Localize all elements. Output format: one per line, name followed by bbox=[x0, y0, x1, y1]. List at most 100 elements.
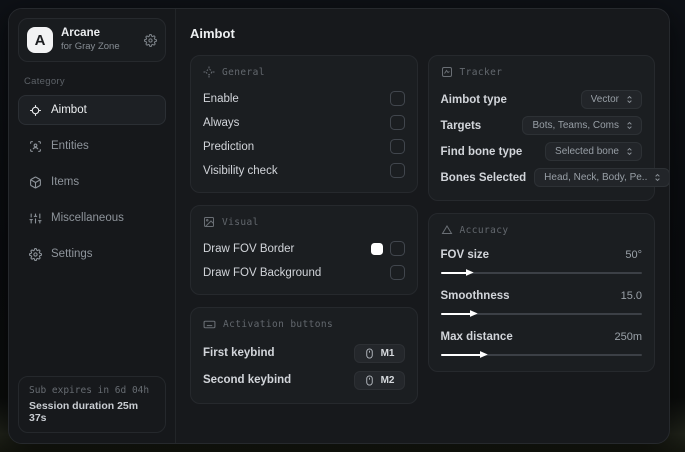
enable-checkbox[interactable] bbox=[389, 91, 405, 106]
page-title: Aimbot bbox=[190, 26, 235, 41]
card-title: Tracker bbox=[459, 66, 503, 78]
aimbot-type-dropdown[interactable]: Vector bbox=[580, 90, 642, 109]
prediction-checkbox[interactable] bbox=[389, 139, 405, 154]
gear-icon[interactable] bbox=[144, 33, 157, 47]
sidebar-item-entities[interactable]: Entities bbox=[18, 131, 166, 161]
first-keybind-button[interactable]: M1 bbox=[353, 343, 405, 363]
dropdown-value: Vector bbox=[590, 94, 619, 105]
sidebar-item-label: Settings bbox=[51, 248, 93, 261]
slider-value: 15.0 bbox=[620, 290, 642, 302]
setting-row: Draw FOV Background bbox=[203, 261, 405, 284]
category-label: Category bbox=[24, 76, 65, 88]
visibility-check-checkbox[interactable] bbox=[389, 163, 405, 178]
setting-row: Draw FOV Border bbox=[203, 237, 405, 260]
crosshair-icon bbox=[28, 104, 42, 117]
setting-label: Bones Selected bbox=[440, 171, 527, 184]
setting-label: Always bbox=[203, 116, 240, 129]
main-content: Aimbot General Enable Always Prediction … bbox=[176, 9, 669, 443]
sidebar-item-miscellaneous[interactable]: Miscellaneous bbox=[18, 203, 166, 233]
keybind-value: M2 bbox=[380, 374, 395, 386]
setting-row: Bones Selected Head, Neck, Body, Pe.. bbox=[440, 165, 669, 190]
chevron-up-down-icon bbox=[653, 173, 662, 182]
bones-selected-dropdown[interactable]: Head, Neck, Body, Pe.. bbox=[534, 168, 669, 187]
gear-icon bbox=[28, 247, 42, 261]
crosshair-icon bbox=[203, 66, 215, 78]
max-distance-group: Max distance 250m bbox=[440, 327, 642, 359]
sidebar-item-label: Items bbox=[51, 176, 80, 189]
slider-value: 250m bbox=[614, 331, 642, 343]
draw-fov-border-checkbox[interactable] bbox=[389, 241, 405, 256]
mouse-icon bbox=[364, 347, 375, 359]
session-duration-text: Session duration 25m 37s bbox=[29, 400, 139, 424]
card-title: General bbox=[222, 66, 265, 78]
setting-label: Enable bbox=[203, 92, 239, 105]
setting-label: Draw FOV Border bbox=[203, 242, 295, 255]
max-distance-slider[interactable] bbox=[440, 350, 642, 359]
accuracy-card: Accuracy FOV size 50° Smoothness 15.0 Ma… bbox=[427, 213, 655, 372]
slider-label: Smoothness bbox=[440, 290, 510, 302]
second-keybind-button[interactable]: M2 bbox=[353, 370, 405, 390]
setting-row: Always bbox=[203, 111, 405, 134]
setting-label: Targets bbox=[440, 119, 482, 132]
chevron-up-down-icon bbox=[625, 121, 634, 130]
draw-fov-background-checkbox[interactable] bbox=[389, 265, 405, 280]
keybind-value: M1 bbox=[380, 347, 395, 359]
smoothness-slider[interactable] bbox=[440, 309, 642, 318]
smoothness-group: Smoothness 15.0 bbox=[440, 286, 642, 318]
setting-row: Second keybind M2 bbox=[203, 367, 405, 393]
subscription-box: Sub expires in 6d 04h Session duration 2… bbox=[18, 376, 166, 433]
setting-label: Visibility check bbox=[203, 164, 278, 177]
setting-label: Second keybind bbox=[203, 374, 292, 386]
setting-label: Draw FOV Background bbox=[203, 266, 322, 279]
logo-badge: A bbox=[27, 27, 53, 54]
dropdown-value: Bots, Teams, Coms bbox=[532, 120, 619, 131]
slider-thumb[interactable] bbox=[465, 269, 474, 276]
fov-border-color-swatch[interactable] bbox=[370, 242, 383, 255]
setting-row: Find bone type Selected bone bbox=[440, 139, 642, 164]
setting-label: Aimbot type bbox=[440, 93, 507, 106]
card-title: Visual bbox=[222, 216, 259, 228]
tracker-card: Tracker Aimbot type Vector Targets Bots,… bbox=[427, 55, 669, 201]
setting-label: Find bone type bbox=[440, 145, 523, 158]
tracker-icon bbox=[441, 66, 453, 78]
sidebar-item-aimbot[interactable]: Aimbot bbox=[18, 95, 166, 126]
image-icon bbox=[203, 216, 215, 228]
setting-row: Prediction bbox=[203, 135, 405, 158]
sliders-icon bbox=[28, 212, 42, 225]
slider-label: Max distance bbox=[440, 331, 513, 343]
activation-buttons-card: Activation buttons First keybind M1 Seco… bbox=[190, 307, 418, 404]
fov-size-slider[interactable] bbox=[440, 268, 642, 277]
items-icon bbox=[28, 176, 42, 189]
logo-card: A Arcane for Gray Zone bbox=[18, 18, 166, 63]
sidebar-item-label: Aimbot bbox=[51, 104, 87, 117]
chevron-up-down-icon bbox=[625, 147, 634, 156]
find-bone-type-dropdown[interactable]: Selected bone bbox=[545, 142, 642, 161]
targets-dropdown[interactable]: Bots, Teams, Coms bbox=[522, 116, 642, 135]
setting-row: First keybind M1 bbox=[203, 340, 405, 366]
sidebar: A Arcane for Gray Zone Category Aimbot E… bbox=[9, 9, 176, 443]
chevron-up-down-icon bbox=[625, 95, 634, 104]
logo-name: Arcane bbox=[61, 27, 100, 39]
sidebar-item-items[interactable]: Items bbox=[18, 167, 166, 197]
slider-thumb[interactable] bbox=[469, 310, 478, 317]
slider-value: 50° bbox=[625, 249, 642, 261]
sidebar-item-label: Entities bbox=[51, 140, 89, 153]
setting-row: Targets Bots, Teams, Coms bbox=[440, 113, 642, 138]
setting-row: Visibility check bbox=[203, 159, 405, 182]
card-title: Activation buttons bbox=[223, 319, 334, 330]
sub-expires-text: Sub expires in 6d 04h bbox=[29, 385, 150, 396]
slider-label: FOV size bbox=[440, 249, 490, 261]
setting-label: First keybind bbox=[203, 347, 275, 359]
dropdown-value: Head, Neck, Body, Pe.. bbox=[544, 172, 648, 183]
sidebar-item-settings[interactable]: Settings bbox=[18, 239, 166, 269]
sidebar-item-label: Miscellaneous bbox=[51, 212, 124, 225]
setting-row: Enable bbox=[203, 87, 405, 110]
logo-subtitle: for Gray Zone bbox=[61, 41, 120, 53]
always-checkbox[interactable] bbox=[389, 115, 405, 130]
keyboard-icon bbox=[203, 318, 216, 331]
slider-thumb[interactable] bbox=[479, 351, 488, 358]
fov-size-group: FOV size 50° bbox=[440, 245, 642, 277]
dropdown-value: Selected bone bbox=[555, 146, 619, 157]
visual-card: Visual Draw FOV Border Draw FOV Backgrou… bbox=[190, 205, 418, 295]
card-title: Accuracy bbox=[459, 224, 509, 236]
